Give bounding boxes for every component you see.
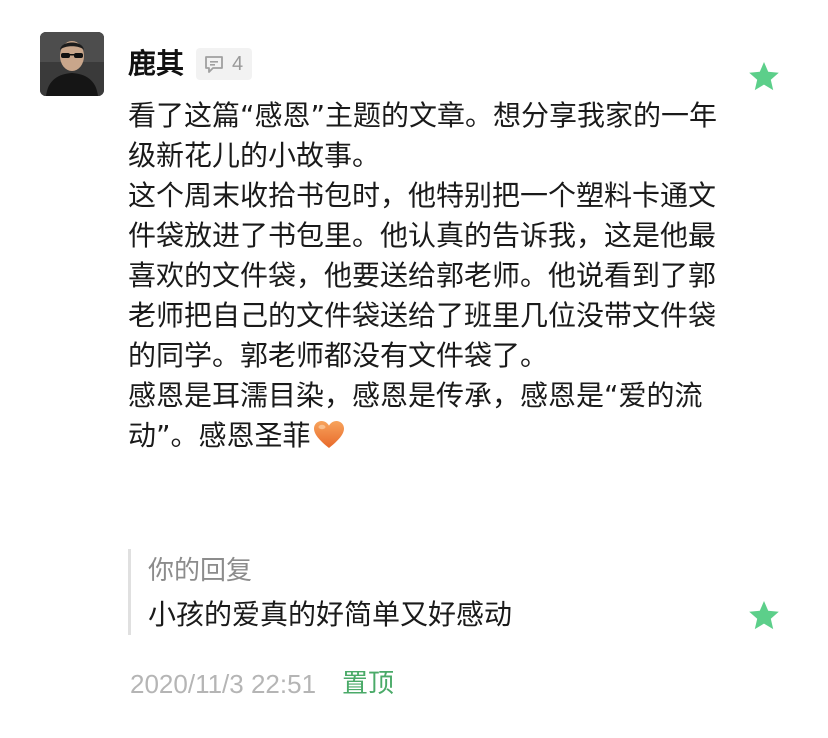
reply-count-badge[interactable]: 4	[196, 48, 253, 80]
comment-paragraph: 看了这篇“感恩”主题的文章。想分享我家的一年级新花儿的小故事。	[128, 99, 718, 172]
reply-star-button[interactable]	[747, 599, 781, 633]
comment-paragraph-text: 感恩是耳濡目染，感恩是传承，感恩是“爱的流动”。感恩圣菲	[128, 379, 703, 452]
comment-paragraph: 这个周末收拾书包时，他特别把一个塑料卡通文件袋放进了书包里。他认真的告诉我，这是…	[128, 179, 717, 372]
avatar[interactable]	[40, 32, 104, 96]
comment-timestamp: 2020/11/3 22:51	[130, 669, 317, 699]
reply-text: 小孩的爱真的好简单又好感动	[148, 598, 513, 631]
comment-bubble-icon	[205, 56, 223, 73]
comment-footer: 2020/11/3 22:51 置顶	[130, 664, 394, 704]
reply-count-value: 4	[232, 52, 244, 75]
orange-heart-emoji	[313, 420, 345, 461]
comment-paragraph-last: 感恩是耳濡目染，感恩是传承，感恩是“爱的流动”。感恩圣菲	[128, 376, 718, 461]
reply-label: 你的回复	[148, 556, 253, 586]
author-name[interactable]: 鹿其	[128, 44, 184, 84]
comment-body: 看了这篇“感恩”主题的文章。想分享我家的一年级新花儿的小故事。 这个周末收拾书包…	[128, 96, 718, 461]
my-reply-block: 你的回复 小孩的爱真的好简单又好感动	[128, 549, 512, 635]
pin-to-top-button[interactable]: 置顶	[342, 664, 394, 704]
star-icon	[749, 62, 779, 91]
user-avatar-photo	[40, 32, 104, 96]
star-icon	[749, 601, 779, 630]
featured-star-button[interactable]	[747, 60, 781, 94]
